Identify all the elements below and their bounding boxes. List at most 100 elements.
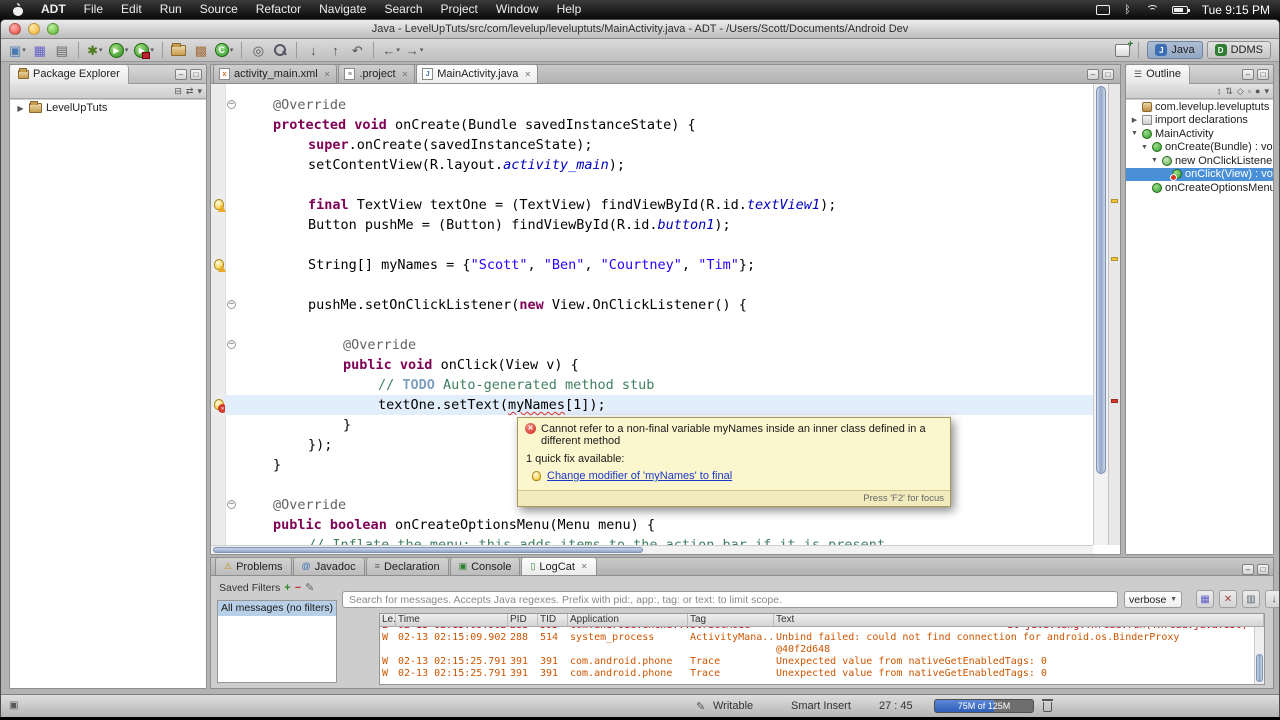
new-java-project-icon[interactable] xyxy=(169,41,189,60)
code-line[interactable]: − @Override xyxy=(211,95,1120,115)
logcat-column-application[interactable]: Application xyxy=(568,614,688,626)
tab-problems[interactable]: ⚠ Problems xyxy=(215,557,292,575)
fold-collapse-icon[interactable]: − xyxy=(227,340,236,349)
code-line[interactable]: // Inflate the menu; this adds items to … xyxy=(211,535,1120,545)
hide-fields-icon[interactable]: ◇ xyxy=(1237,85,1244,97)
search-icon[interactable] xyxy=(270,41,290,60)
expander-icon[interactable]: ▼ xyxy=(1140,144,1149,151)
menu-help[interactable]: Help xyxy=(548,0,591,19)
logcat-search-input[interactable] xyxy=(342,591,1118,608)
close-icon[interactable]: ✕ xyxy=(581,562,588,571)
code-line[interactable]: − pushMe.setOnClickListener(new View.OnCl… xyxy=(211,295,1120,315)
fast-view-icon[interactable]: ▣ xyxy=(9,700,18,711)
logcat-row[interactable]: W 02-13 02:15:25.791 391 391 com.android.pho… xyxy=(380,656,1254,668)
menu-bar-clock[interactable]: Tue 9:15 PM xyxy=(1202,3,1270,17)
zoom-window-button[interactable] xyxy=(47,23,59,35)
external-tools-icon[interactable]: ▶ ▾ xyxy=(132,41,156,60)
clear-log-icon[interactable]: ✕ xyxy=(1219,590,1237,608)
menu-source[interactable]: Source xyxy=(191,0,247,19)
code-line[interactable]: super.onCreate(savedInstanceState); xyxy=(211,135,1120,155)
fold-collapse-icon[interactable]: − xyxy=(227,100,236,109)
new-package-icon[interactable]: ▩ xyxy=(191,41,211,60)
scrollbar-thumb[interactable] xyxy=(1096,86,1106,474)
menu-search[interactable]: Search xyxy=(375,0,431,19)
minimize-editor-icon[interactable]: – xyxy=(1087,69,1099,80)
logcat-column-le[interactable]: Le.. xyxy=(380,614,396,626)
minimize-view-icon[interactable]: – xyxy=(1242,68,1254,80)
back-icon[interactable]: ← ▾ xyxy=(380,41,402,60)
filter-all-messages[interactable]: All messages (no filters) xyxy=(218,601,336,616)
package-explorer-tab[interactable]: Package Explorer xyxy=(10,64,129,84)
window-title-bar[interactable]: Java - LevelUpTuts/src/com/levelup/level… xyxy=(1,20,1279,39)
tab-declaration[interactable]: ≡ Declaration xyxy=(365,557,449,575)
overview-ruler[interactable] xyxy=(1108,84,1120,545)
perspective-java-button[interactable]: J Java xyxy=(1147,41,1203,59)
open-type-icon[interactable]: ◎ xyxy=(248,41,268,60)
close-icon[interactable]: ✕ xyxy=(524,70,531,79)
scrollbar-thumb[interactable] xyxy=(213,547,643,553)
error-overview-mark[interactable] xyxy=(1111,399,1118,403)
menu-navigate[interactable]: Navigate xyxy=(310,0,375,19)
save-icon[interactable]: ▦ xyxy=(30,41,50,60)
code-line[interactable] xyxy=(211,175,1120,195)
minimize-view-icon[interactable]: – xyxy=(1242,564,1254,575)
wifi-icon[interactable] xyxy=(1145,4,1159,15)
code-line[interactable]: public boolean onCreateOptionsMenu(Menu … xyxy=(211,515,1120,535)
editor-tab-MainActivity.java[interactable]: J MainActivity.java ✕ xyxy=(416,64,539,83)
code-line[interactable] xyxy=(211,235,1120,255)
code-line[interactable]: protected void onCreate(Bundle savedInst… xyxy=(211,115,1120,135)
open-perspective-icon[interactable] xyxy=(1115,39,1133,57)
expander-icon[interactable]: ▼ xyxy=(1130,130,1139,137)
tab-javadoc[interactable]: @ Javadoc xyxy=(292,557,365,575)
logcat-column-pid[interactable]: PID xyxy=(508,614,538,626)
code-line[interactable]: setContentView(R.layout.activity_main); xyxy=(211,155,1120,175)
code-line[interactable]: String[] myNames = {"Scott", "Ben", "Cou… xyxy=(211,255,1120,275)
code-line[interactable]: public void onClick(View v) { xyxy=(211,355,1120,375)
logcat-row[interactable]: W 02-13 02:15:09.902 288 514 system_process A… xyxy=(380,632,1254,656)
logcat-row[interactable]: W 02-13 02:15:25.791 391 391 com.android.pho… xyxy=(380,668,1254,680)
project-tree-item[interactable]: ▶ LevelUpTuts xyxy=(10,100,206,116)
quick-fix-link[interactable]: Change modifier of 'myNames' to final xyxy=(547,470,732,482)
save-log-icon[interactable]: ▦ xyxy=(1196,590,1214,608)
outline-tab[interactable]: ☰ Outline xyxy=(1126,64,1190,84)
menu-refactor[interactable]: Refactor xyxy=(247,0,310,19)
hide-static-icon[interactable]: ▫ xyxy=(1248,85,1251,97)
outline-item-mainactivity[interactable]: ▼ MainActivity xyxy=(1126,127,1273,141)
view-menu-icon[interactable]: ▾ xyxy=(1264,85,1269,97)
menu-project[interactable]: Project xyxy=(432,0,487,19)
scroll-to-end-icon[interactable]: ↓ xyxy=(1265,590,1279,608)
close-icon[interactable]: ✕ xyxy=(324,70,331,79)
maximize-view-icon[interactable]: □ xyxy=(1257,68,1269,80)
outline-item-oncreate-bundle-void[interactable]: ▼ onCreate(Bundle) : void xyxy=(1126,141,1273,155)
prev-annotation-icon[interactable]: ↑ xyxy=(325,41,345,60)
last-edit-location-icon[interactable]: ↶ xyxy=(347,41,367,60)
tab-console[interactable]: ▣ Console xyxy=(449,557,521,575)
menu-run[interactable]: Run xyxy=(151,0,191,19)
logcat-level-dropdown[interactable]: verbose ▼ xyxy=(1124,591,1182,608)
editor-vertical-scrollbar[interactable] xyxy=(1093,84,1108,545)
warning-quickfix-icon[interactable] xyxy=(212,199,226,212)
new-class-icon[interactable]: C ▾ xyxy=(213,41,236,60)
close-icon[interactable]: ✕ xyxy=(402,70,409,79)
outline-item-oncreateoptionsmenu-[interactable]: onCreateOptionsMenu... xyxy=(1126,181,1273,195)
code-line[interactable]: Button pushMe = (Button) findViewById(R.… xyxy=(211,215,1120,235)
menu-edit[interactable]: Edit xyxy=(112,0,151,19)
outline-item-new-onclicklistener-[interactable]: ▼ new OnClickListener... xyxy=(1126,154,1273,168)
logcat-column-tag[interactable]: Tag xyxy=(688,614,774,626)
expander-icon[interactable]: ▶ xyxy=(16,104,25,113)
close-window-button[interactable] xyxy=(9,23,21,35)
link-with-editor-icon[interactable]: ⇄ xyxy=(186,85,194,97)
outline-item-onclick-view-vo-[interactable]: onClick(View) : vo... xyxy=(1126,167,1273,181)
focus-icon[interactable]: ↕ xyxy=(1217,85,1222,97)
menu-window[interactable]: Window xyxy=(487,0,548,19)
maximize-editor-icon[interactable]: □ xyxy=(1102,69,1114,80)
code-line[interactable]: − @Override xyxy=(211,335,1120,355)
outline-item-com-levelup-leveluptuts[interactable]: com.levelup.leveluptuts xyxy=(1126,100,1273,114)
collapse-all-icon[interactable]: ⊟ xyxy=(174,85,182,97)
code-line[interactable]: // TODO Auto-generated method stub xyxy=(211,375,1120,395)
error-quickfix-icon[interactable] xyxy=(212,399,227,413)
warning-overview-mark[interactable] xyxy=(1111,257,1118,261)
forward-icon[interactable]: → ▾ xyxy=(404,41,426,60)
code-line[interactable] xyxy=(211,275,1120,295)
view-menu-icon[interactable]: ▾ xyxy=(197,85,202,97)
